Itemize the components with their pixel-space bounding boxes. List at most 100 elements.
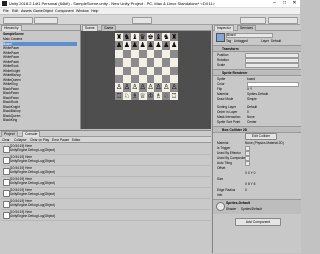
tab-hierarchy[interactable]: Hierarchy	[1, 25, 22, 31]
board-square[interactable]	[162, 74, 171, 84]
chess-piece[interactable]: ♖	[170, 92, 178, 100]
hierarchy-item[interactable]: BlackPawn	[3, 87, 77, 91]
chess-piece[interactable]: ♘	[162, 92, 170, 100]
hierarchy-item[interactable]: WhiteRook	[3, 64, 77, 68]
collapse-button[interactable]: Collapse	[14, 138, 26, 142]
menu-assets[interactable]: Assets	[21, 9, 32, 13]
board-square[interactable]	[138, 49, 147, 59]
hierarchy-item[interactable]: BlackPawn	[3, 96, 77, 100]
chess-piece[interactable]: ♜	[170, 33, 178, 41]
board-square[interactable]	[115, 58, 123, 67]
chess-piece[interactable]: ♙	[131, 83, 139, 91]
board-square[interactable]	[154, 58, 163, 67]
board-square[interactable]	[138, 66, 147, 75]
collider-material-value[interactable]: None (Physics Material 2D)	[245, 141, 284, 145]
transform-tools[interactable]	[3, 17, 33, 24]
board-square[interactable]	[154, 66, 163, 75]
chess-piece[interactable]: ♟	[162, 41, 170, 49]
tab-game[interactable]: Game	[101, 25, 117, 31]
edit-collider-button[interactable]: Edit Collider	[245, 133, 277, 140]
edge-radius-value[interactable]: 0	[245, 188, 247, 192]
chess-piece[interactable]: ♗	[131, 92, 139, 100]
hierarchy-item[interactable]: WhitePawn	[3, 60, 77, 64]
hierarchy-item[interactable]: WhitePawn	[3, 55, 77, 59]
sprite-sort-point-value[interactable]: Center	[247, 120, 257, 124]
board-square[interactable]	[122, 49, 131, 59]
hierarchy-item[interactable]: WhiteBishop	[3, 73, 77, 77]
console-entry[interactable]: [10:54:19] Here UnityEngine.Debug:Log(Obj…	[1, 166, 210, 177]
chess-board[interactable]: ♜ ♞ ♝ ♛ ♚ ♝ ♞ ♜ ♟ ♟ ♟ ♟ ♟ ♟ ♟ ♟ ♙ ♙ ♙ ♙ ♙ ♙ ♙ ♙ ♖ ♘ ♗ ♕ ♔ ♗ ♘ ♖	[115, 33, 178, 100]
console-entry[interactable]: [10:54:19] Here UnityEngine.Debug:Log(Obj…	[1, 155, 210, 166]
chess-piece[interactable]: ♙	[139, 83, 147, 91]
board-square[interactable]	[115, 49, 123, 59]
board-square[interactable]	[170, 66, 178, 75]
board-square[interactable]	[146, 58, 155, 67]
hierarchy-item[interactable]: Main Camera	[3, 37, 77, 41]
scene-root[interactable]: SampleScene	[3, 32, 77, 36]
offset-value[interactable]: X 0 Y 0	[245, 171, 255, 175]
chess-piece[interactable]: ♙	[147, 83, 155, 91]
console-entry[interactable]: [10:54:19] Here UnityEngine.Debug:Log(Obj…	[1, 210, 210, 221]
material-value[interactable]: Sprites-Default	[247, 92, 268, 96]
hierarchy-item[interactable]: WhitePawn	[3, 46, 77, 50]
play-controls[interactable]	[132, 17, 152, 24]
board-square[interactable]	[130, 49, 139, 59]
hierarchy-item[interactable]: BlackRook	[3, 100, 77, 104]
sprite-renderer-header[interactable]: Sprite Renderer	[213, 69, 301, 76]
add-component-button[interactable]: Add Component	[235, 218, 281, 226]
scale-field[interactable]	[245, 63, 299, 68]
size-value[interactable]: X 8 Y 8	[245, 182, 255, 186]
board-square[interactable]	[130, 74, 139, 84]
console-entry[interactable]: [10:54:19] Here UnityEngine.Debug:Log(Obj…	[1, 177, 210, 188]
box-collider-header[interactable]: Box Collider 2D	[213, 126, 301, 133]
chess-piece[interactable]: ♞	[162, 33, 170, 41]
hierarchy-item[interactable]: BlackQueen	[3, 114, 77, 118]
hierarchy-item[interactable]: WhiteKnight	[3, 69, 77, 73]
chess-piece[interactable]: ♙	[162, 83, 170, 91]
console-entry[interactable]: [10:54:19] Here UnityEngine.Debug:Log(Obj…	[1, 144, 210, 155]
layers-dropdown[interactable]	[240, 17, 266, 24]
hierarchy-item[interactable]: WhiteQueen	[3, 78, 77, 82]
chess-piece[interactable]: ♛	[139, 33, 147, 41]
board-square[interactable]	[122, 66, 131, 75]
chess-piece[interactable]: ♔	[147, 92, 155, 100]
chess-piece[interactable]: ♟	[139, 41, 147, 49]
flip-value[interactable]: X Y	[247, 87, 252, 91]
hierarchy-item[interactable]: BlackKing	[3, 118, 77, 122]
layer-dropdown[interactable]: Default	[271, 39, 281, 43]
hierarchy-item[interactable]: BlackBishop	[3, 109, 77, 113]
board-square[interactable]	[115, 74, 123, 84]
chess-piece[interactable]: ♟	[123, 41, 131, 49]
hierarchy-item[interactable]: BlackPawn	[3, 91, 77, 95]
chess-piece[interactable]: ♙	[154, 83, 162, 91]
tab-services[interactable]: Services	[237, 25, 257, 31]
chess-piece[interactable]: ♖	[115, 92, 123, 100]
sorting-layer-value[interactable]: Default	[247, 105, 257, 109]
editor-dropdown[interactable]: Editor	[72, 138, 80, 142]
minimize-button[interactable]: –	[270, 0, 279, 7]
board-square[interactable]	[138, 74, 147, 84]
hierarchy-item[interactable]: WhiteKing	[3, 82, 77, 86]
layout-dropdown[interactable]	[268, 17, 298, 24]
transform-header[interactable]: Transform	[213, 45, 301, 52]
tag-dropdown[interactable]: Untagged	[234, 39, 248, 43]
draw-mode-value[interactable]: Simple	[247, 97, 257, 101]
sprite-value[interactable]: board	[247, 77, 255, 81]
pivot-toggle[interactable]	[34, 17, 58, 24]
hierarchy-item[interactable]: BlackKnight	[3, 105, 77, 109]
clear-button[interactable]: Clear	[2, 138, 10, 142]
chess-piece[interactable]: ♝	[154, 33, 162, 41]
menu-gameobject[interactable]: GameObject	[33, 9, 53, 13]
console-entry[interactable]: [10:54:19] Here UnityEngine.Debug:Log(Obj…	[1, 188, 210, 199]
chess-piece[interactable]: ♙	[123, 83, 131, 91]
chess-piece[interactable]: ♚	[147, 33, 155, 41]
order-in-layer-value[interactable]: 0	[247, 110, 249, 114]
board-square[interactable]	[154, 74, 163, 84]
chess-piece[interactable]: ♟	[115, 41, 123, 49]
clear-on-play-button[interactable]: Clear on Play	[30, 138, 49, 142]
hierarchy-item[interactable]: WhitePawn	[3, 51, 77, 55]
menu-window[interactable]: Window	[76, 9, 89, 13]
board-square[interactable]	[138, 58, 147, 67]
info-foldout[interactable]: Info	[217, 193, 222, 197]
board-square[interactable]	[146, 49, 155, 59]
